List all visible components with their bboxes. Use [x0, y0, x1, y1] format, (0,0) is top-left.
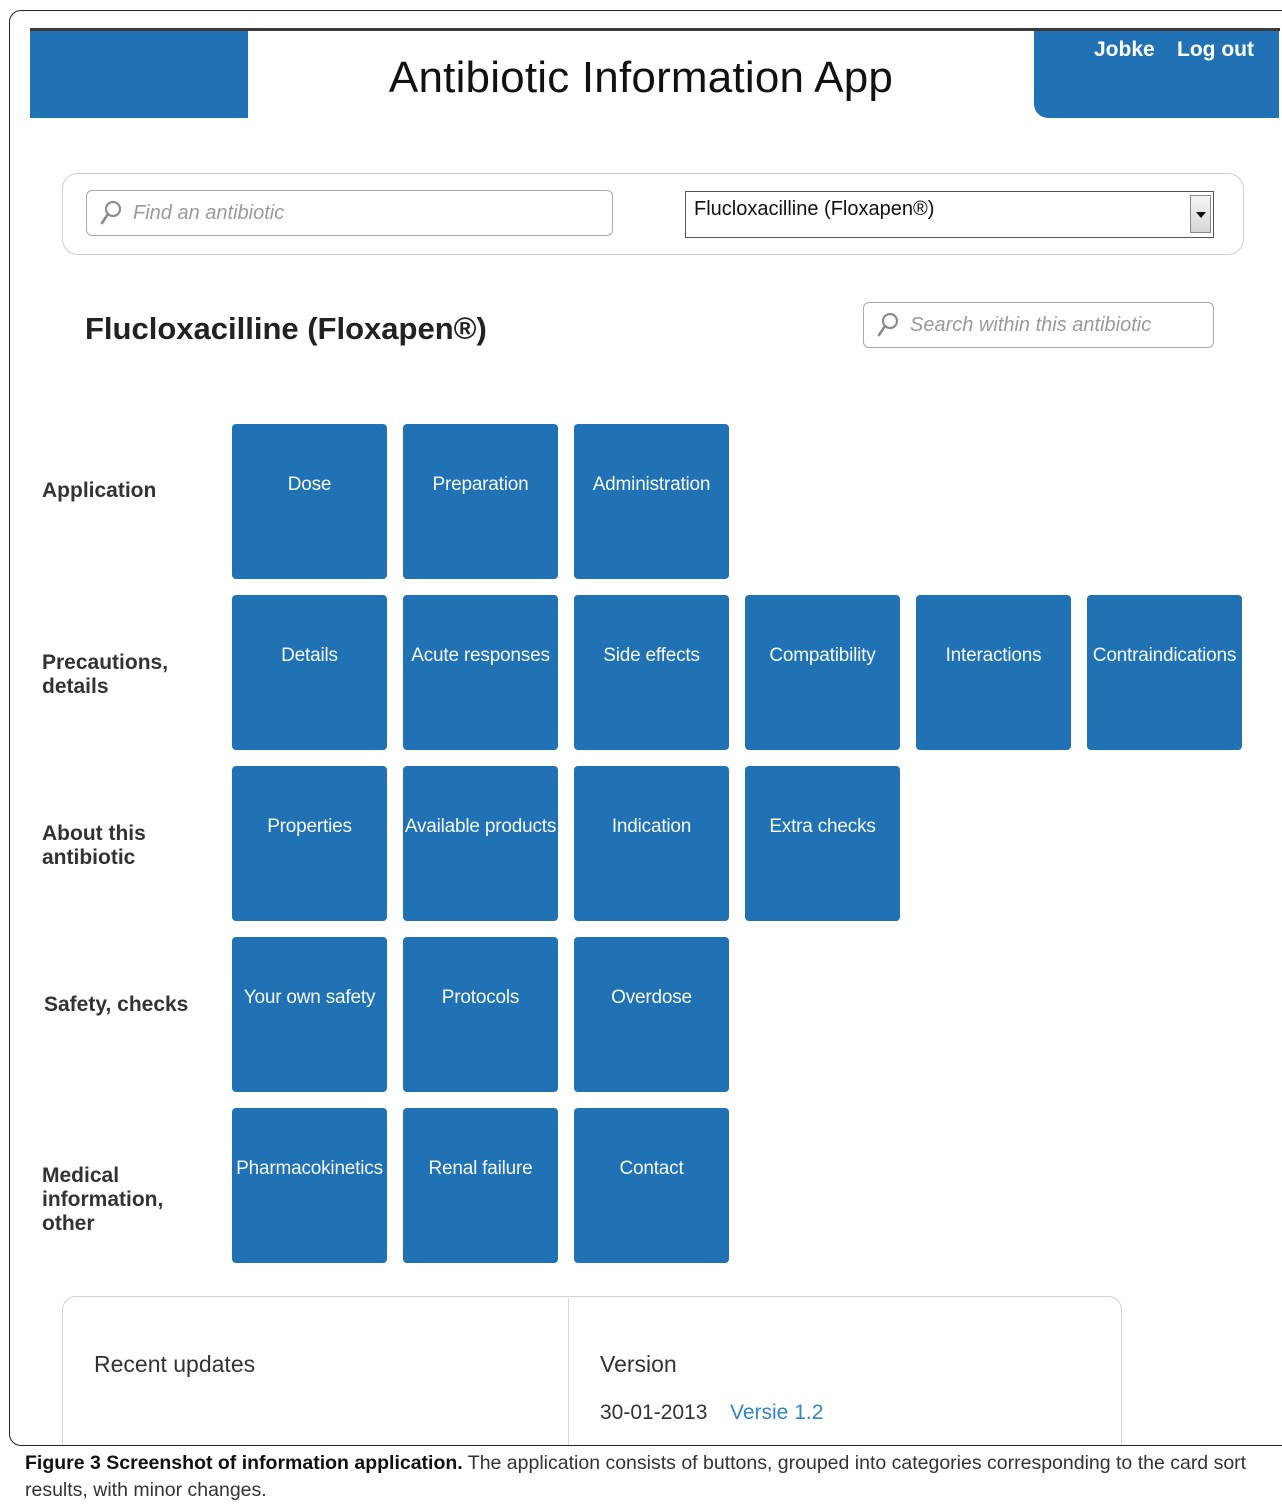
page-title: Flucloxacilline (Floxapen®)	[85, 311, 487, 346]
logout-link[interactable]: Log out	[1177, 38, 1254, 62]
find-antibiotic-input[interactable]	[131, 200, 555, 226]
category-label-medical: Medical information, other	[42, 1164, 164, 1235]
updates-divider	[568, 1298, 569, 1445]
dose-button[interactable]: Dose	[232, 424, 387, 579]
search-within-input[interactable]	[908, 312, 1192, 338]
version-date: 30-01-2013	[600, 1401, 708, 1424]
compatibility-button[interactable]: Compatibility	[745, 595, 900, 750]
your-own-safety-button[interactable]: Your own safety	[232, 937, 387, 1092]
renal-failure-button[interactable]: Renal failure	[403, 1108, 558, 1263]
version-heading: Version	[600, 1351, 677, 1377]
pharmacokinetics-button[interactable]: Pharmacokinetics	[232, 1108, 387, 1263]
properties-button[interactable]: Properties	[232, 766, 387, 921]
protocols-button[interactable]: Protocols	[403, 937, 558, 1092]
available-products-button[interactable]: Available products	[403, 766, 558, 921]
app-window: Antibiotic Information App Jobke Log out…	[9, 10, 1282, 1446]
overdose-button[interactable]: Overdose	[574, 937, 729, 1092]
search-within-antibiotic[interactable]	[863, 302, 1214, 348]
antibiotic-select-value: Flucloxacilline (Floxapen®)	[694, 198, 935, 220]
extra-checks-button[interactable]: Extra checks	[745, 766, 900, 921]
category-label-precautions: Precautions, details	[42, 651, 169, 698]
recent-updates-heading: Recent updates	[94, 1351, 256, 1377]
version-link[interactable]: Versie 1.2	[730, 1401, 823, 1425]
magnifier-icon	[877, 312, 899, 337]
contact-button[interactable]: Contact	[574, 1108, 729, 1263]
category-label-safety: Safety, checks	[44, 993, 189, 1016]
magnifier-icon	[100, 200, 122, 225]
chevron-down-icon[interactable]	[1190, 195, 1211, 233]
category-label-about: About this antibiotic	[42, 822, 146, 869]
caption-title: Figure 3 Screenshot of information appli…	[25, 1452, 463, 1474]
category-label-application: Application	[42, 479, 157, 502]
acute-responses-button[interactable]: Acute responses	[403, 595, 558, 750]
details-button[interactable]: Details	[232, 595, 387, 750]
user-name-link[interactable]: Jobke	[1094, 38, 1155, 62]
figure-caption: Figure 3 Screenshot of information appli…	[25, 1450, 1265, 1504]
find-antibiotic-search[interactable]	[86, 190, 613, 236]
indication-button[interactable]: Indication	[574, 766, 729, 921]
antibiotic-select[interactable]: Flucloxacilline (Floxapen®)	[685, 191, 1214, 238]
side-effects-button[interactable]: Side effects	[574, 595, 729, 750]
app-title: Antibiotic Information App	[388, 53, 894, 102]
preparation-button[interactable]: Preparation	[403, 424, 558, 579]
interactions-button[interactable]: Interactions	[916, 595, 1071, 750]
contraindications-button[interactable]: Contraindications	[1087, 595, 1242, 750]
administration-button[interactable]: Administration	[574, 424, 729, 579]
header-left-block	[30, 31, 248, 118]
